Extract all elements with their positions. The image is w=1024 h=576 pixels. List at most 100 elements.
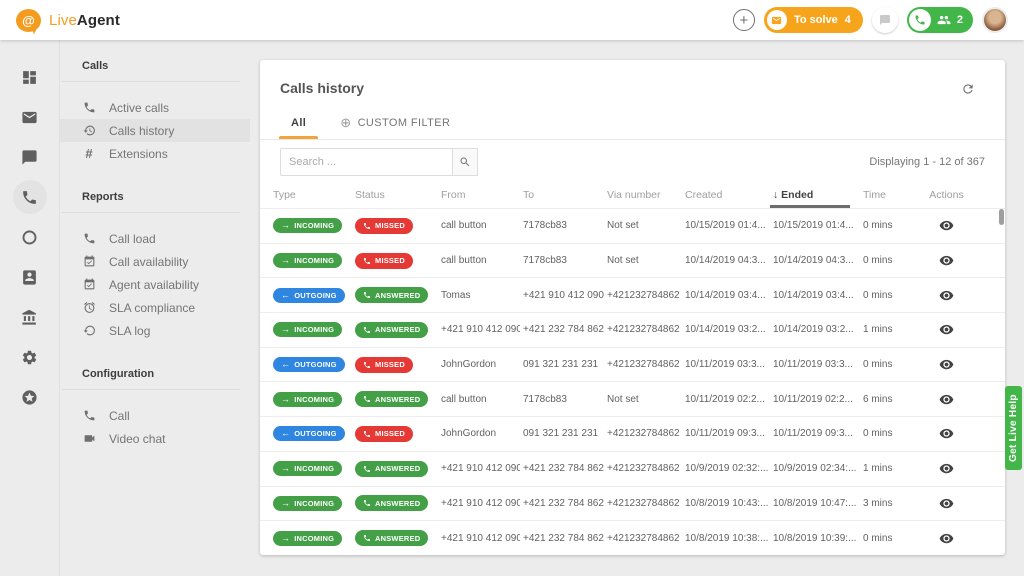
cell-type: → INCOMING — [270, 461, 352, 477]
cell-from: call button — [441, 393, 487, 405]
table-header: Type Status From To Via number Created ↓ Ended… — [260, 184, 1005, 208]
column-header-to[interactable]: To — [520, 184, 604, 208]
column-header-via[interactable]: Via number — [604, 184, 682, 208]
menu-item-call-availability[interactable]: Call availability — [60, 250, 250, 273]
cell-created: 10/14/2019 03:4... — [685, 289, 766, 301]
cell-to: +421 232 784 862 — [523, 324, 604, 336]
cell-status: ANSWERED — [352, 391, 438, 408]
call-status-badge: MISSED — [355, 217, 413, 234]
search-button[interactable] — [452, 148, 478, 176]
refresh-button[interactable] — [961, 82, 975, 99]
tab-custom-filter[interactable]: ⊕ CUSTOM FILTER — [323, 106, 467, 139]
user-avatar[interactable] — [982, 7, 1008, 33]
phone-icon — [364, 465, 370, 472]
rail-item-tickets[interactable] — [13, 100, 47, 134]
add-button[interactable]: + — [732, 9, 755, 31]
arrow-right-icon: → — [281, 220, 291, 231]
cell-actions — [908, 253, 985, 268]
view-call-button[interactable] — [939, 531, 954, 546]
call-status-badge: ANSWERED — [355, 321, 429, 338]
column-header-ended[interactable]: ↓ Ended — [770, 184, 860, 208]
cell-from: call button — [441, 255, 487, 267]
call-status-label: ANSWERED — [375, 394, 421, 404]
rail-item-online[interactable] — [13, 220, 47, 254]
column-header-type[interactable]: Type — [270, 184, 352, 208]
rail-item-contacts[interactable] — [13, 260, 47, 294]
menu-item-call[interactable]: Call — [60, 404, 250, 427]
menu-item-agent-availability[interactable]: Agent availability — [60, 273, 250, 296]
menu-item-video-chat[interactable]: Video chat — [60, 427, 250, 450]
get-live-help-button[interactable]: Get Live Help — [1005, 386, 1022, 470]
tab-label: All — [291, 116, 307, 129]
menu-item-sla-compliance[interactable]: SLA compliance — [60, 296, 250, 319]
view-call-button[interactable] — [939, 253, 954, 268]
table-row: → INCOMING ANSWERED +421 910 412 090 +421 23… — [260, 485, 1005, 521]
menu-item-extensions[interactable]: # Extensions — [60, 142, 250, 165]
cell-time: 3 mins — [863, 497, 893, 509]
view-call-button[interactable] — [939, 288, 954, 303]
rail-item-calls[interactable] — [12, 180, 47, 214]
rail-item-dashboard[interactable] — [13, 60, 47, 94]
cell-type: → INCOMING — [270, 253, 352, 269]
call-type-label: OUTGOING — [294, 429, 337, 439]
cell-actions — [908, 392, 985, 407]
cell-via: Not set — [607, 255, 639, 267]
call-type-badge: → INCOMING — [273, 495, 343, 511]
chat-icon — [879, 15, 890, 25]
phone-icon — [364, 257, 370, 264]
view-call-button[interactable] — [939, 496, 954, 511]
column-header-from[interactable]: From — [438, 184, 520, 208]
phone-icon — [364, 535, 370, 542]
cell-type: ← OUTGOING — [270, 426, 352, 442]
menu-item-label: Video chat — [109, 431, 166, 446]
cell-from: call button — [441, 220, 487, 232]
rail-item-settings[interactable] — [13, 340, 47, 374]
menu-item-calls-history[interactable]: Calls history — [60, 119, 250, 142]
cell-to: 7178cb83 — [523, 220, 567, 232]
phone-icon — [82, 232, 96, 246]
view-call-button[interactable] — [939, 357, 954, 372]
cell-time: 0 mins — [863, 532, 893, 544]
call-status-badge: MISSED — [355, 252, 413, 269]
chats-button[interactable] — [871, 7, 898, 33]
view-call-button[interactable] — [939, 392, 954, 407]
menu-item-call-load[interactable]: Call load — [60, 227, 250, 250]
call-type-badge: → INCOMING — [273, 322, 343, 338]
to-solve-button[interactable]: To solve 4 — [763, 7, 863, 33]
cell-type: ← OUTGOING — [270, 287, 352, 303]
cell-type: → INCOMING — [270, 322, 352, 338]
cell-from: +421 910 412 090 — [441, 463, 520, 475]
scrollbar-thumb[interactable] — [999, 209, 1004, 225]
rail-item-chats[interactable] — [13, 140, 47, 174]
calendar-check-icon — [82, 278, 96, 292]
call-type-label: INCOMING — [294, 533, 335, 543]
menu-item-active-calls[interactable]: Active calls — [60, 96, 250, 119]
view-call-button[interactable] — [939, 461, 954, 476]
view-call-button[interactable] — [939, 322, 954, 337]
menu-item-label: SLA log — [109, 323, 151, 338]
column-header-status[interactable]: Status — [352, 184, 438, 208]
rail-item-academy[interactable] — [13, 300, 47, 334]
view-call-button[interactable] — [939, 218, 954, 233]
history-icon — [82, 124, 96, 138]
search-input[interactable] — [280, 148, 452, 176]
view-call-button[interactable] — [939, 426, 954, 441]
call-status-badge: MISSED — [355, 356, 413, 373]
mail-icon — [22, 111, 37, 123]
cell-created: 10/11/2019 09:3... — [685, 428, 765, 440]
rail-item-badges[interactable] — [13, 380, 47, 414]
column-header-created[interactable]: Created — [682, 184, 770, 208]
arrow-right-icon: → — [281, 497, 291, 508]
column-header-actions[interactable]: Actions — [908, 184, 985, 208]
cell-ended: 10/8/2019 10:39:... — [773, 532, 857, 544]
cell-actions — [908, 426, 985, 441]
phone-icon — [82, 409, 96, 423]
liveagent-logo-icon: @ — [16, 8, 41, 32]
menu-section: Configuration Call Video chat — [60, 368, 250, 456]
calls-status-button[interactable]: 2 — [906, 7, 973, 33]
menu-item-sla-log[interactable]: SLA log — [60, 319, 250, 342]
cell-from: +421 910 412 090 — [441, 324, 520, 336]
menu-section: Reports Call load Call availability Agent a… — [60, 191, 250, 348]
column-header-time[interactable]: Time — [860, 184, 908, 208]
tab-all[interactable]: All — [274, 106, 323, 139]
